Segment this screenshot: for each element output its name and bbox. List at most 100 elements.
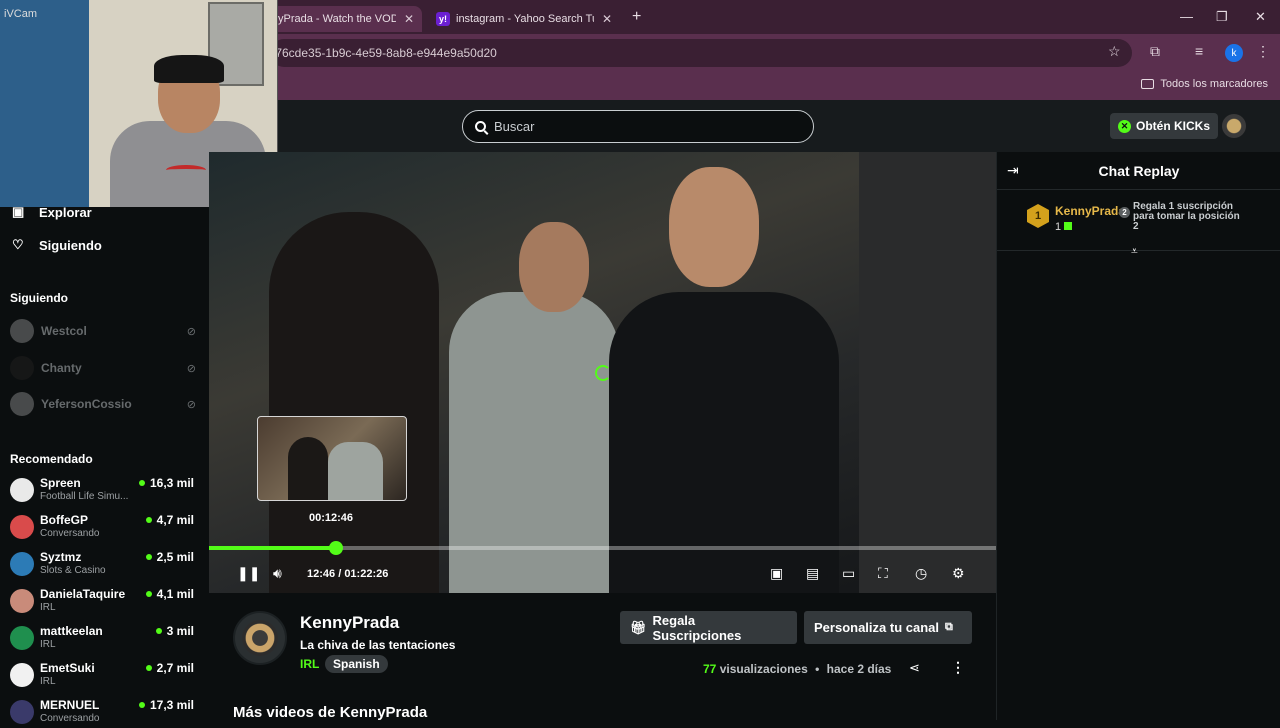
viewer-count: 16,3 mil <box>138 476 194 490</box>
live-dot-icon <box>138 480 145 486</box>
following-channel-chanty[interactable]: Chanty ⊘ <box>10 356 196 380</box>
extensions-icon[interactable]: ⧉ <box>1150 43 1160 60</box>
tab-kick-vod[interactable]: yPrada - Watch the VOD o ✕ <box>270 6 422 32</box>
all-bookmarks-label: Todos los marcadores <box>1160 78 1268 90</box>
channel-name: Westcol <box>41 324 87 338</box>
channel-category: IRL <box>40 676 56 687</box>
avatar <box>10 515 34 539</box>
fullscreen-icon[interactable]: ⛶ <box>878 565 888 582</box>
search-placeholder: Buscar <box>494 119 535 134</box>
url-field[interactable]: f76cde35-1b9c-4e59-8ab8-e944e9a50d20 <box>270 39 1132 67</box>
miniplayer-icon[interactable]: ▣ <box>770 565 783 582</box>
vod-stats: 77 visualizaciones • hace 2 días <box>703 662 892 676</box>
channel-category: Conversando <box>40 528 100 539</box>
close-tab-icon[interactable]: ✕ <box>404 12 414 26</box>
browser-menu-icon[interactable]: ⋮ <box>1256 43 1270 60</box>
recommended-channel[interactable]: EmetSuki IRL 2,7 mil <box>10 661 196 691</box>
theater-mode-icon[interactable]: ▤ <box>806 565 819 582</box>
sidebar-item-label: Siguiendo <box>39 237 102 253</box>
get-kicks-label: Obtén KICKs <box>1136 119 1211 133</box>
gift-icon <box>1064 222 1073 230</box>
recommended-channel[interactable]: Syztmz Slots & Casino 2,5 mil <box>10 550 196 580</box>
chat-panel: ⇥ Chat Replay 1 KennyPrada 1 2 Regala 1 … <box>996 152 1280 720</box>
channel-category: IRL <box>40 602 56 613</box>
viewer-count: 4,1 mil <box>145 587 194 601</box>
volume-icon[interactable]: 🔊︎ <box>273 565 282 582</box>
tab-yahoo-search[interactable]: y! instagram - Yahoo Search Tus r ✕ <box>428 6 624 32</box>
video-player[interactable]: 00:12:46 ❚❚ 🔊︎ 12:46 / 01:22:26 ▣ ▤ ▭ ⛶ … <box>209 152 996 593</box>
offline-icon: ⊘ <box>186 325 196 338</box>
tab-label: yPrada - Watch the VOD o <box>278 13 396 25</box>
video-wall <box>859 152 996 593</box>
channel-name: Chanty <box>41 361 82 375</box>
share-icon[interactable]: ⋖ <box>909 660 920 676</box>
channel-name[interactable]: KennyPrada <box>300 613 399 633</box>
settings-gear-icon[interactable]: ⚙ <box>952 565 965 582</box>
recommended-channel[interactable]: Spreen Football Life Simu... 16,3 mil <box>10 476 196 506</box>
minimize-icon[interactable]: — <box>1180 9 1193 24</box>
wide-mode-icon[interactable]: ▭ <box>842 565 855 582</box>
recommended-channel[interactable]: DanielaTaquire IRL 4,1 mil <box>10 587 196 617</box>
heart-icon: ♡ <box>12 237 24 252</box>
pause-button[interactable]: ❚❚ <box>237 565 260 582</box>
restore-window-icon[interactable]: ❐ <box>1216 9 1228 25</box>
channel-category: IRL <box>40 639 56 650</box>
media-queue-icon[interactable]: ≡ <box>1195 43 1203 59</box>
channel-avatar[interactable] <box>233 611 287 665</box>
live-dot-icon <box>145 591 152 597</box>
sidebar-item-following[interactable]: ♡ Siguiendo <box>12 237 102 253</box>
gift-slot-2[interactable]: 2 Regala 1 suscripción para tomar la pos… <box>1119 202 1243 232</box>
playback-speed-icon[interactable]: ◷ <box>915 565 927 582</box>
current-time: 12:46 <box>307 568 336 580</box>
get-kicks-button[interactable]: ✕ Obtén KICKs <box>1110 113 1219 139</box>
recommended-channel[interactable]: MERNUEL Conversando 17,3 mil <box>10 698 196 728</box>
yahoo-favicon-icon: y! <box>436 12 450 26</box>
close-window-icon[interactable]: ✕ <box>1255 9 1266 25</box>
channel-name: BoffeGP <box>40 513 88 527</box>
channel-name: Spreen <box>40 476 81 490</box>
channel-category: Slots & Casino <box>40 565 106 576</box>
new-tab-button[interactable]: + <box>632 8 641 26</box>
more-options-icon[interactable]: ⋮ <box>951 659 965 676</box>
live-dot-icon <box>138 702 145 708</box>
close-tab-icon[interactable]: ✕ <box>602 12 612 26</box>
all-bookmarks-folder[interactable]: Todos los marcadores <box>1141 78 1268 90</box>
avatar <box>10 552 34 576</box>
following-section-title: Siguiendo <box>10 291 68 305</box>
recommended-channel[interactable]: mattkeelan IRL 3 mil <box>10 624 196 654</box>
user-avatar[interactable] <box>1222 114 1246 138</box>
expand-leaderboard-icon[interactable]: ⩡ <box>1131 244 1138 259</box>
avatar <box>10 700 34 724</box>
video-figure-middle-head <box>519 222 589 312</box>
url-text: f76cde35-1b9c-4e59-8ab8-e944e9a50d20 <box>272 46 497 60</box>
live-dot-icon <box>155 628 162 634</box>
gift-count: 1 <box>1055 221 1073 233</box>
search-input[interactable]: Buscar <box>462 110 814 143</box>
recommended-channel[interactable]: BoffeGP Conversando 4,7 mil <box>10 513 196 543</box>
offline-icon: ⊘ <box>186 398 196 411</box>
progress-fill <box>209 546 337 550</box>
following-channel-westcol[interactable]: Westcol ⊘ <box>10 319 196 343</box>
following-channel-yefersoncossio[interactable]: YefersonCossio ⊘ <box>10 392 196 416</box>
bookmark-star-icon[interactable]: ☆ <box>1108 43 1121 60</box>
live-dot-icon <box>145 554 152 560</box>
category-link[interactable]: IRL <box>300 657 319 671</box>
customize-channel-button[interactable]: Personaliza tu canal ⧉ <box>804 611 972 644</box>
language-tag[interactable]: Spanish <box>325 655 388 673</box>
channel-name: Syztmz <box>40 550 82 564</box>
channel-name: YefersonCossio <box>41 397 132 411</box>
folder-icon <box>1141 79 1155 89</box>
external-link-icon: ⧉ <box>945 621 953 633</box>
progress-bar[interactable] <box>209 541 996 555</box>
gift-subscriptions-button[interactable]: 🎁︎ Regala Suscripciones <box>620 611 797 644</box>
avatar <box>10 589 34 613</box>
profile-avatar[interactable]: k <box>1225 44 1243 62</box>
video-figure-right-head <box>669 167 759 287</box>
button-label: Regala Suscripciones <box>652 612 742 643</box>
rank-badge: 1 <box>1027 204 1049 228</box>
live-dot-icon <box>145 517 152 523</box>
seek-preview-time: 00:12:46 <box>309 512 354 524</box>
tab-label: instagram - Yahoo Search Tus r <box>456 13 594 25</box>
recommended-section-title: Recomendado <box>10 452 93 466</box>
channel-name: MERNUEL <box>40 698 100 712</box>
